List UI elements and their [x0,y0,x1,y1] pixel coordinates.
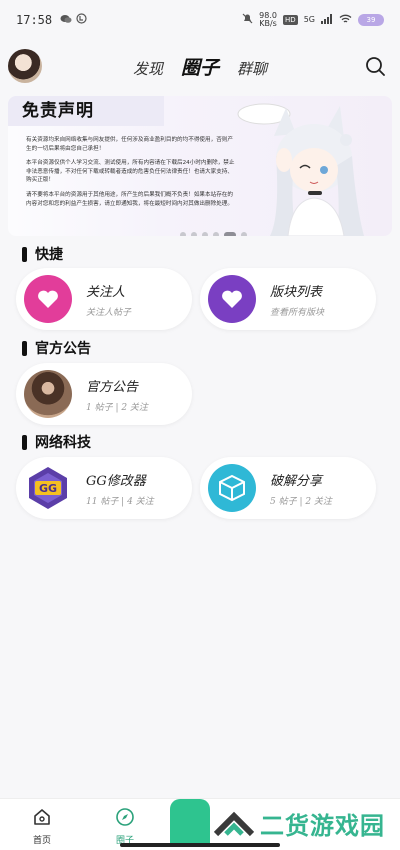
watermark: 二货游戏园 [214,806,385,841]
card-title: 关注人 [86,284,126,300]
user-avatar[interactable] [8,49,42,83]
mute-icon [242,13,253,27]
section-title-tech: 网络科技 [22,432,91,452]
hd-badge: HD [283,15,298,25]
cube-icon [208,464,256,512]
search-icon[interactable] [364,55,386,77]
card-subtitle: 查看所有版块 [270,307,325,318]
add-post-button[interactable] [170,799,210,843]
card-official-announcement[interactable]: 官方公告 1 帖子 | 2 关注 [16,363,192,425]
net-speed: 98.0 KB/s [259,11,277,28]
status-bar: 17:58 98.0 KB/s HD 5G 39 [0,0,400,40]
carousel-dot-active[interactable] [224,232,236,236]
top-bar: 发现 圈子 群聊 [0,46,400,86]
section-title-announcements: 官方公告 [22,338,91,358]
heart-icon [208,275,256,323]
status-time: 17:58 [16,13,53,27]
signal-label: 5G [303,15,315,24]
tab-circle[interactable]: 圈子 [181,53,219,80]
banner-carousel[interactable]: 免责声明 有关资源均来自网络收集与网友提供，任何涉及商业盈利目的的均不得使用，否… [8,96,392,236]
section-title-shortcuts: 快捷 [22,244,63,264]
carousel-dot[interactable] [191,232,197,236]
wifi-icon [339,13,352,27]
compass-icon [116,808,134,826]
carousel-dot[interactable] [180,232,186,236]
card-subtitle: 1 帖子 | 2 关注 [86,402,148,413]
card-title: GG修改器 [86,473,146,489]
tab-group-chat[interactable]: 群聊 [237,58,267,79]
watermark-logo-icon [214,811,254,836]
announcement-avatar [24,370,72,418]
signal-icon [321,13,333,27]
card-subtitle: 11 帖子 | 4 关注 [86,496,154,507]
nav-home[interactable]: 首页 [17,807,67,846]
notification-badge-icon [76,13,87,27]
banner-anime-illustration [237,103,364,236]
home-indicator [120,843,280,847]
tab-discover[interactable]: 发现 [133,58,163,79]
battery-indicator: 39 [358,14,384,26]
banner-title: 免责声明 [8,96,164,126]
wechat-icon [60,13,72,27]
card-crack-share[interactable]: 破解分享 5 帖子 | 2 关注 [200,457,376,519]
carousel-dot[interactable] [213,232,219,236]
watermark-text: 二货游戏园 [260,812,385,840]
header-tabs: 发现 圈子 群聊 [133,53,267,80]
carousel-dot[interactable] [241,232,247,236]
card-subtitle: 5 帖子 | 2 关注 [270,496,332,507]
card-gg-modifier[interactable]: GG GG修改器 11 帖子 | 4 关注 [16,457,192,519]
gg-logo-icon: GG [24,464,72,512]
card-following[interactable]: 关注人 关注人帖子 [16,268,192,330]
heart-icon [24,275,72,323]
home-icon [34,809,50,825]
carousel-dot[interactable] [202,232,208,236]
card-subtitle: 关注人帖子 [86,307,132,318]
card-title: 版块列表 [270,284,323,300]
card-board-list[interactable]: 版块列表 查看所有版块 [200,268,376,330]
card-title: 破解分享 [270,473,323,489]
carousel-indicator [180,232,247,236]
card-title: 官方公告 [86,379,139,395]
nav-circle[interactable]: 圈子 [100,807,150,846]
svg-text:GG: GG [39,482,57,495]
